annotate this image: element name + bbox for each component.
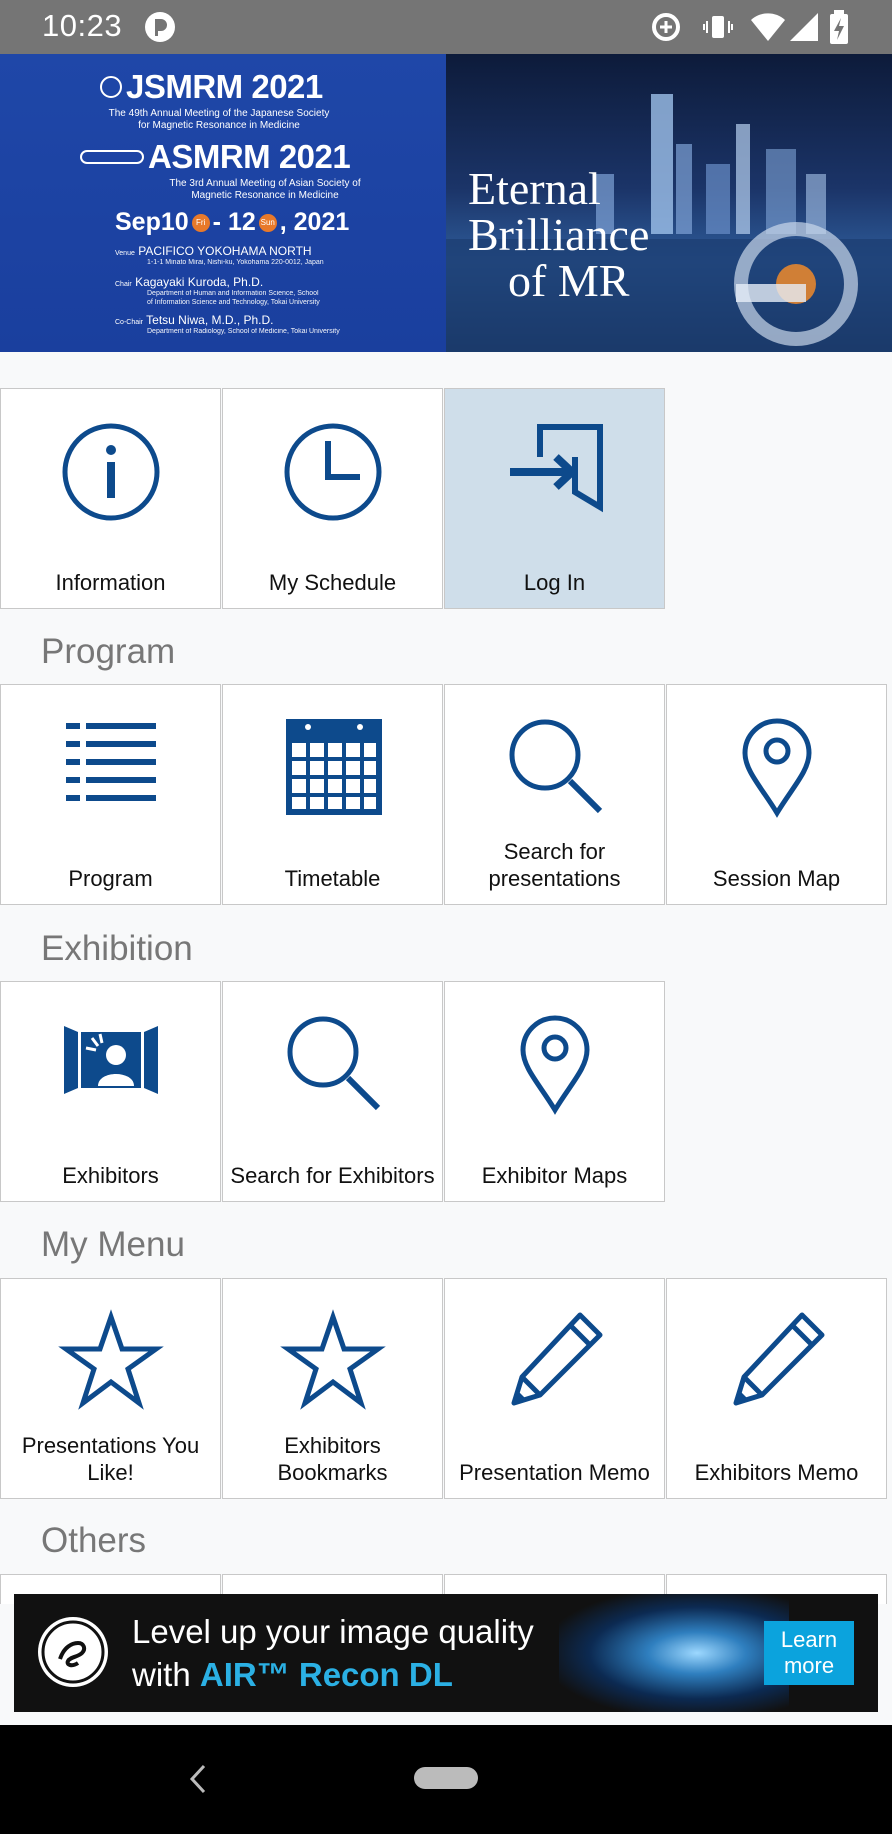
my-schedule-tile[interactable]: My Schedule bbox=[222, 388, 443, 609]
system-nav-bar bbox=[0, 1725, 892, 1834]
cochair-label: Co-Chair bbox=[115, 319, 144, 326]
cochair-affiliation: Department of Radiology, School of Medic… bbox=[147, 328, 340, 335]
tile-label: Session Map bbox=[712, 866, 841, 891]
venue-label: Venue bbox=[115, 250, 135, 257]
session-map-tile[interactable]: Session Map bbox=[666, 684, 887, 905]
my-menu-row: Presentations You Like! Exhibitors Bookm… bbox=[0, 1278, 892, 1500]
banner-subtitle-asmrm: The 3rd Annual Meeting of Asian Society … bbox=[169, 178, 361, 201]
day-end-badge: Sun bbox=[258, 213, 277, 232]
clock-icon bbox=[284, 423, 381, 521]
ad-text: Level up your image quality with AIR™ Re… bbox=[132, 1610, 534, 1696]
learn-more-button[interactable]: Learn more bbox=[764, 1621, 854, 1685]
exhibitors-bookmarks-tile[interactable]: Exhibitors Bookmarks bbox=[222, 1278, 443, 1499]
banner-info-panel: JSMRM 2021 The 49th Annual Meeting of th… bbox=[0, 54, 446, 352]
map-pin-icon bbox=[741, 718, 812, 818]
tile-label: Information bbox=[55, 570, 166, 595]
app-notification-icon bbox=[145, 12, 175, 42]
status-bar: 10:23 bbox=[0, 0, 892, 54]
exhibitors-memo-tile[interactable]: Exhibitors Memo bbox=[666, 1278, 887, 1499]
exhibitors-tile[interactable]: Exhibitors bbox=[0, 981, 221, 1202]
asmrm-logo-icon bbox=[80, 150, 144, 164]
conference-banner[interactable]: JSMRM 2021 The 49th Annual Meeting of th… bbox=[0, 54, 892, 352]
top-menu-row: Information My Schedule Log In bbox=[0, 388, 892, 610]
info-icon bbox=[62, 423, 159, 521]
ad-line-2-prefix: with bbox=[132, 1656, 200, 1693]
wifi-icon bbox=[751, 13, 785, 41]
presentation-memo-tile[interactable]: Presentation Memo bbox=[444, 1278, 665, 1499]
ad-banner[interactable]: Level up your image quality with AIR™ Re… bbox=[14, 1594, 878, 1712]
tile-label: Presentations You Like! bbox=[21, 1433, 200, 1485]
map-pin-icon bbox=[519, 1015, 590, 1115]
program-tile[interactable]: Program bbox=[0, 684, 221, 905]
tile-label: Exhibitors Memo bbox=[694, 1460, 859, 1485]
tile-label: Presentation Memo bbox=[459, 1460, 650, 1485]
day-start-badge: Fri bbox=[191, 213, 210, 232]
data-saver-icon bbox=[652, 13, 680, 41]
section-title-exhibition: Exhibition bbox=[41, 929, 193, 968]
star-icon bbox=[57, 1309, 164, 1410]
search-exhibitors-tile[interactable]: Search for Exhibitors bbox=[222, 981, 443, 1202]
exhibition-row: Exhibitors Search for Exhibitors Exhibit… bbox=[0, 981, 892, 1203]
timetable-tile[interactable]: Timetable bbox=[222, 684, 443, 905]
banner-tagline: Eternal Brilliance of MR bbox=[468, 166, 649, 304]
banner-title-jsmrm: JSMRM 2021 bbox=[126, 68, 323, 105]
presentations-you-like-tile[interactable]: Presentations You Like! bbox=[0, 1278, 221, 1499]
tagline-line-3: of MR bbox=[508, 255, 630, 306]
banner-subtitle-jsmrm: The 49th Annual Meeting of the Japanese … bbox=[108, 108, 330, 131]
chair-label: Chair bbox=[115, 281, 132, 288]
status-time: 10:23 bbox=[42, 8, 123, 43]
back-icon[interactable] bbox=[186, 1762, 210, 1796]
search-presentations-tile[interactable]: Search for presentations bbox=[444, 684, 665, 905]
tagline-line-1: Eternal bbox=[468, 163, 601, 214]
date-end: , 2021 bbox=[279, 208, 350, 236]
ge-logo-icon bbox=[38, 1617, 108, 1687]
list-icon bbox=[65, 723, 156, 801]
tile-label: Search for Exhibitors bbox=[230, 1163, 435, 1188]
banner-title-asmrm: ASMRM 2021 bbox=[148, 138, 351, 175]
ad-product-name: AIR™ Recon DL bbox=[199, 1656, 453, 1693]
chair-name: Kagayaki Kuroda, Ph.D. bbox=[135, 275, 264, 289]
section-title-my-menu: My Menu bbox=[41, 1225, 185, 1264]
exhibitor-maps-tile[interactable]: Exhibitor Maps bbox=[444, 981, 665, 1202]
pencil-icon bbox=[733, 1312, 824, 1406]
battery-charging-icon bbox=[830, 10, 848, 44]
section-title-others: Others bbox=[41, 1521, 147, 1560]
calendar-icon bbox=[285, 719, 382, 815]
section-title-program: Program bbox=[41, 632, 176, 671]
tagline-line-2: Brilliance bbox=[468, 209, 650, 260]
date-mid: - 12 bbox=[212, 208, 256, 236]
venue-address: 1-1-1 Minato Mirai, Nishi-ku, Yokohama 2… bbox=[147, 259, 324, 266]
tile-label: Timetable bbox=[284, 866, 381, 891]
tile-label: Exhibitors bbox=[62, 1163, 159, 1188]
banner-dates: Sep10 Fri - 12 Sun , 2021 bbox=[115, 208, 349, 237]
cell-signal-icon bbox=[790, 13, 818, 41]
tile-label: My Schedule bbox=[268, 570, 397, 595]
mri-scan-image bbox=[559, 1594, 789, 1712]
date-start: Sep10 bbox=[115, 208, 189, 236]
search-icon bbox=[287, 1016, 380, 1111]
tile-label: Log In bbox=[523, 570, 586, 595]
tile-label: Search for presentations bbox=[488, 839, 621, 891]
venue-name: PACIFICO YOKOHAMA NORTH bbox=[138, 244, 312, 258]
tile-label: Program bbox=[68, 866, 153, 891]
tile-label: Exhibitors Bookmarks bbox=[277, 1433, 388, 1485]
vibrate-icon bbox=[703, 16, 733, 38]
login-tile[interactable]: Log In bbox=[444, 388, 665, 609]
banner-cityscape-image: Eternal Brilliance of MR bbox=[446, 54, 892, 352]
cochair-name: Tetsu Niwa, M.D., Ph.D. bbox=[146, 313, 274, 327]
login-icon bbox=[509, 424, 603, 513]
star-icon bbox=[279, 1309, 386, 1410]
pencil-icon bbox=[511, 1312, 602, 1406]
home-pill-button[interactable] bbox=[414, 1767, 478, 1789]
tile-label: Exhibitor Maps bbox=[481, 1163, 628, 1188]
jsmrm-logo-icon bbox=[100, 76, 122, 98]
chair-affiliation: Department of Human and Information Scie… bbox=[147, 290, 320, 306]
program-row: Program Timetable Search for presentatio… bbox=[0, 684, 892, 906]
search-icon bbox=[509, 719, 602, 814]
ad-line-1: Level up your image quality bbox=[132, 1613, 534, 1650]
info-tile[interactable]: Information bbox=[0, 388, 221, 609]
exhibitor-booth-icon bbox=[63, 1026, 158, 1094]
